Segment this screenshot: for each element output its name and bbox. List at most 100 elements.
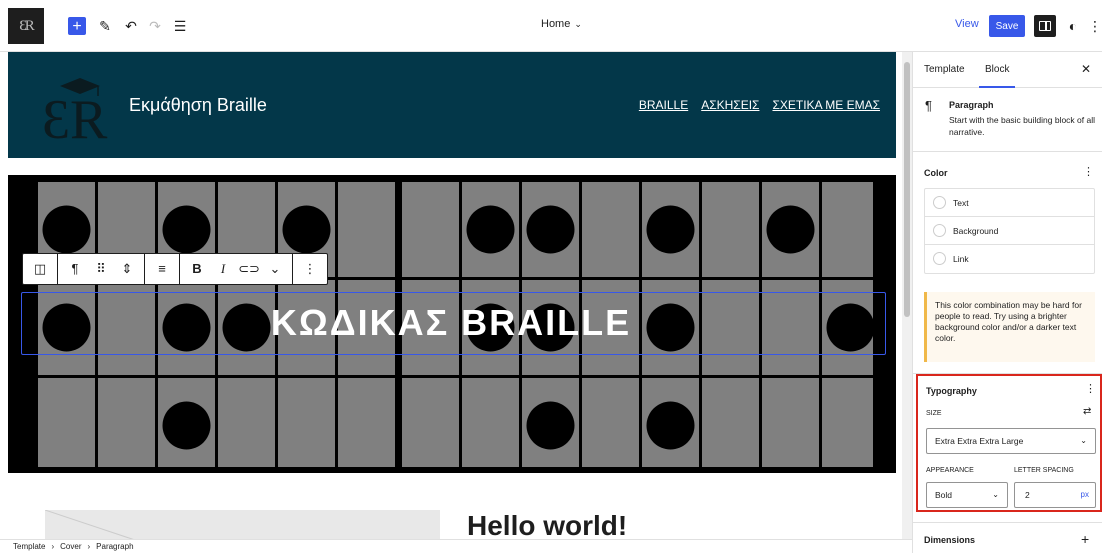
save-button[interactable]: Save xyxy=(989,15,1025,37)
primary-navigation: BRAILLE ΑΣΚΗΣΕΙΣ ΣΧΕΤΙΚΑ ΜΕ ΕΜΑΣ xyxy=(639,98,880,112)
tab-template[interactable]: Template xyxy=(924,64,965,75)
redo-icon[interactable]: ↷ xyxy=(145,16,165,36)
document-title-dropdown[interactable]: Home ⌄ xyxy=(541,18,582,30)
chevron-down-icon: ⌄ xyxy=(1080,436,1087,445)
move-up-down-icon[interactable]: ⇕ xyxy=(114,254,140,284)
appearance-label: APPEARANCE xyxy=(926,467,974,474)
tab-block[interactable]: Block xyxy=(979,64,1016,88)
braille-dot xyxy=(162,205,211,254)
braille-cell xyxy=(98,378,155,467)
chevron-down-icon: ⌄ xyxy=(574,19,582,29)
font-size-value: Extra Extra Extra Large xyxy=(935,436,1024,446)
braille-dot xyxy=(466,205,515,254)
add-dimensions-icon[interactable]: + xyxy=(1081,531,1089,547)
contrast-warning-notice: This color combination may be hard for p… xyxy=(924,292,1095,362)
site-icon-button[interactable]: ƐR xyxy=(8,8,44,44)
svg-text:ƐR: ƐR xyxy=(42,89,108,144)
cover-heading-paragraph[interactable]: ΚΩΔΙΚΑΣ BRAILLE xyxy=(0,294,902,352)
canvas-scrollbar[interactable] xyxy=(902,52,912,539)
color-item-link[interactable]: Link xyxy=(925,245,1094,273)
nav-item-braille[interactable]: BRAILLE xyxy=(639,98,688,112)
swatch-icon xyxy=(933,224,946,237)
letter-spacing-unit[interactable]: px xyxy=(1081,483,1089,507)
braille-dot xyxy=(646,401,695,450)
braille-cell xyxy=(338,378,395,467)
typography-options-icon[interactable]: ⋮ xyxy=(1085,382,1096,395)
document-overview-icon[interactable]: ☰ xyxy=(170,16,190,36)
letter-spacing-input[interactable]: 2 px xyxy=(1014,482,1096,508)
toolbar-group-format: B I ⊂⊃ ⌄ xyxy=(180,254,293,284)
typography-panel-title: Typography xyxy=(926,386,977,396)
braille-cell xyxy=(338,182,395,277)
color-options-icon[interactable]: ⋮ xyxy=(1083,165,1094,178)
block-card: ¶ Paragraph Start with the basic buildin… xyxy=(913,88,1102,152)
braille-dot xyxy=(526,205,575,254)
italic-icon[interactable]: I xyxy=(210,254,236,284)
appearance-value: Bold xyxy=(935,490,953,500)
braille-cell xyxy=(762,378,819,467)
document-title: Home xyxy=(541,18,571,30)
block-name: Paragraph xyxy=(949,100,994,110)
color-item-label: Text xyxy=(953,198,969,208)
site-title[interactable]: Εκμάθηση Braille xyxy=(129,95,267,116)
site-header: ƐR Εκμάθηση Braille BRAILLE ΑΣΚΗΣΕΙΣ ΣΧΕ… xyxy=(8,52,896,158)
color-item-text[interactable]: Text xyxy=(925,189,1094,217)
chevron-right-icon: › xyxy=(87,542,91,551)
braille-cell xyxy=(582,182,639,277)
undo-icon[interactable]: ↶ xyxy=(121,16,141,36)
block-breadcrumb-bar: Template › Cover › Paragraph xyxy=(0,539,912,553)
tools-pencil-icon[interactable]: ✎ xyxy=(95,16,115,36)
letter-spacing-label: LETTER SPACING xyxy=(1014,467,1074,474)
braille-cell xyxy=(822,182,873,277)
breadcrumb-template[interactable]: Template xyxy=(13,542,45,551)
select-parent-cover-icon[interactable]: ◫ xyxy=(27,254,53,284)
braille-cell xyxy=(582,378,639,467)
color-panel-title: Color xyxy=(924,168,948,178)
color-settings-list: Text Background Link xyxy=(924,188,1095,274)
font-size-select[interactable]: Extra Extra Extra Large ⌄ xyxy=(926,428,1096,454)
dimensions-panel-title: Dimensions xyxy=(924,535,976,545)
toolbar-group-align: ≡ xyxy=(145,254,180,284)
block-options-icon[interactable]: ⋮ xyxy=(297,254,323,284)
styles-contrast-icon[interactable]: ◐ xyxy=(1063,16,1083,36)
nav-item-about[interactable]: ΣΧΕΤΙΚΑ ΜΕ ΕΜΑΣ xyxy=(772,98,880,112)
close-icon[interactable]: ✕ xyxy=(1081,62,1091,76)
scrollbar-thumb[interactable] xyxy=(904,62,910,317)
toolbar-group-block: ¶ ⠿ ⇕ xyxy=(58,254,145,284)
braille-cell xyxy=(462,378,519,467)
braille-cell xyxy=(702,378,759,467)
dimensions-panel: Dimensions + xyxy=(913,522,1102,553)
color-item-label: Background xyxy=(953,226,999,236)
chevron-down-icon: ⌄ xyxy=(992,490,999,499)
more-formatting-chevron-icon[interactable]: ⌄ xyxy=(262,254,288,284)
post-featured-image-placeholder[interactable] xyxy=(44,509,440,539)
view-link[interactable]: View xyxy=(955,18,979,30)
braille-cell xyxy=(38,378,95,467)
size-label: SIZE xyxy=(926,410,942,417)
sidebar-icon xyxy=(1039,21,1051,31)
image-placeholder-line xyxy=(44,509,134,539)
post-title[interactable]: Hello world! xyxy=(467,510,627,539)
braille-cell xyxy=(278,378,335,467)
letter-spacing-value: 2 xyxy=(1025,490,1030,500)
settings-sidebar-toggle[interactable] xyxy=(1034,15,1056,37)
braille-cell xyxy=(822,378,873,467)
braille-dot xyxy=(42,205,91,254)
align-text-icon[interactable]: ≡ xyxy=(149,254,175,284)
nav-item-exercises[interactable]: ΑΣΚΗΣΕΙΣ xyxy=(701,98,759,112)
appearance-select[interactable]: Bold ⌄ xyxy=(926,482,1008,508)
custom-size-toggle-icon[interactable]: ⇄ xyxy=(1083,406,1091,417)
color-item-background[interactable]: Background xyxy=(925,217,1094,245)
link-icon[interactable]: ⊂⊃ xyxy=(236,254,262,284)
braille-cell xyxy=(702,182,759,277)
block-inserter-button[interactable]: + xyxy=(68,17,86,35)
braille-cell xyxy=(402,182,459,277)
paragraph-icon[interactable]: ¶ xyxy=(62,254,88,284)
breadcrumb-cover[interactable]: Cover xyxy=(60,542,81,551)
more-options-icon[interactable]: ⋮ xyxy=(1088,16,1102,36)
braille-cell xyxy=(218,378,275,467)
bold-icon[interactable]: B xyxy=(184,254,210,284)
swatch-icon xyxy=(933,196,946,209)
drag-handle-icon[interactable]: ⠿ xyxy=(88,254,114,284)
braille-dot xyxy=(282,205,331,254)
